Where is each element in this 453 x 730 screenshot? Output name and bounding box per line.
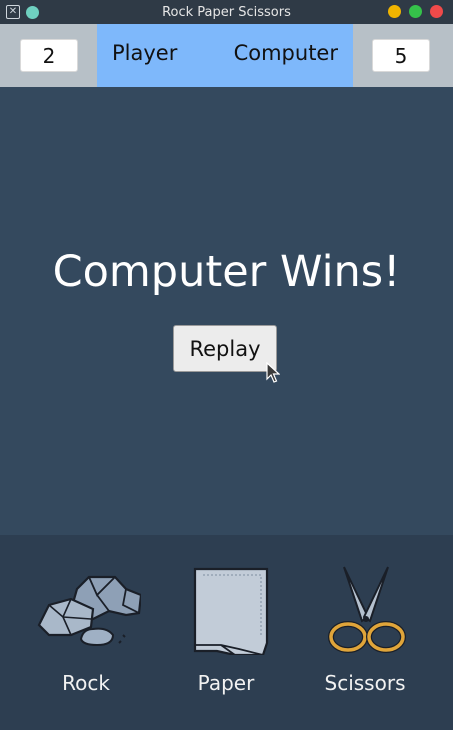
maximize-icon[interactable] — [409, 5, 422, 18]
mouse-pointer-icon — [266, 362, 280, 383]
window-controls — [388, 5, 443, 18]
rock-icon — [37, 575, 141, 647]
computer-score: 5 — [372, 39, 430, 72]
rock-choice[interactable]: Rock — [26, 565, 146, 715]
player-label: Player — [112, 41, 178, 65]
scissors-icon — [328, 566, 406, 653]
result-area: Computer Wins! Replay — [0, 87, 453, 535]
pin-dot-icon[interactable] — [26, 5, 39, 19]
choice-bar: Rock Paper Scissors — [0, 535, 453, 730]
app-window: ✕ Rock Paper Scissors 2 Player Computer … — [0, 0, 453, 730]
player-score: 2 — [20, 39, 78, 72]
computer-label: Computer — [233, 41, 338, 65]
scissors-choice[interactable]: Scissors — [305, 565, 425, 715]
names-panel: Player Computer — [97, 24, 353, 87]
scoreboard: 2 Player Computer 5 — [0, 24, 453, 87]
window-title: Rock Paper Scissors — [162, 4, 291, 20]
rock-label: Rock — [62, 671, 110, 695]
x-app-icon[interactable]: ✕ — [6, 5, 20, 19]
paper-choice[interactable]: Paper — [166, 565, 286, 715]
title-bar: ✕ Rock Paper Scissors — [0, 0, 453, 24]
title-bar-left: ✕ — [6, 5, 39, 19]
replay-button[interactable]: Replay — [173, 325, 277, 372]
close-icon[interactable] — [430, 5, 443, 18]
paper-icon — [193, 567, 269, 655]
scissors-label: Scissors — [324, 671, 406, 695]
paper-label: Paper — [197, 671, 255, 695]
result-text: Computer Wins! — [52, 247, 401, 297]
minimize-icon[interactable] — [388, 5, 401, 18]
